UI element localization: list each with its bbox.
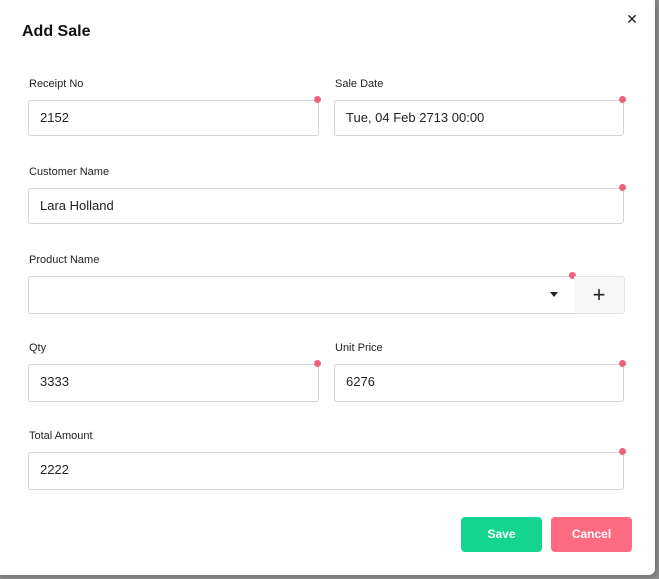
- customer-name-input[interactable]: Lara Holland: [28, 188, 624, 224]
- required-marker: [619, 448, 626, 455]
- total-amount-label: Total Amount: [29, 430, 93, 442]
- required-marker: [314, 360, 321, 367]
- save-button[interactable]: Save: [461, 517, 542, 552]
- required-marker: [619, 96, 626, 103]
- receipt-no-input[interactable]: 2152: [28, 100, 319, 136]
- qty-label: Qty: [29, 342, 47, 354]
- plus-icon: +: [592, 282, 606, 307]
- dialog-title: Add Sale: [22, 23, 91, 40]
- add-sale-dialog: Add Sale ✕ Receipt No 2152 Sale Date Tue…: [0, 0, 655, 575]
- unit-price-label: Unit Price: [335, 342, 383, 354]
- add-product-button[interactable]: +: [574, 276, 625, 314]
- product-name-select[interactable]: [28, 276, 575, 314]
- required-marker: [619, 360, 626, 367]
- sale-date-input[interactable]: Tue, 04 Feb 2713 00:00: [334, 100, 624, 136]
- close-icon[interactable]: ✕: [622, 9, 642, 29]
- total-amount-input[interactable]: 2222: [28, 452, 624, 490]
- product-name-label: Product Name: [29, 254, 100, 266]
- required-marker: [314, 96, 321, 103]
- customer-name-label: Customer Name: [29, 166, 110, 178]
- chevron-down-icon: [550, 292, 558, 297]
- receipt-no-label: Receipt No: [29, 78, 84, 90]
- required-marker: [619, 184, 626, 191]
- unit-price-input[interactable]: 6276: [334, 364, 624, 402]
- qty-input[interactable]: 3333: [28, 364, 319, 402]
- sale-date-label: Sale Date: [335, 78, 384, 90]
- cancel-button[interactable]: Cancel: [551, 517, 632, 552]
